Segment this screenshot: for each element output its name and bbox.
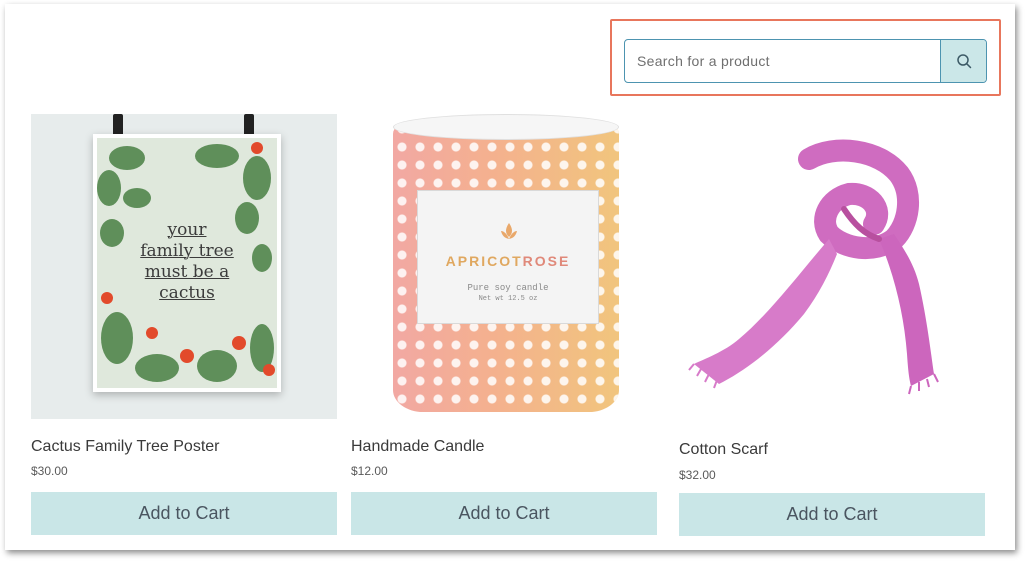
product-image-candle[interactable]: APRICOTROSE Pure soy candle Net wt 12.5 … <box>351 114 657 419</box>
poster-line-4: cactus <box>159 283 215 303</box>
search-input[interactable] <box>625 40 940 82</box>
poster-line-3: must be a <box>144 262 230 282</box>
product-name[interactable]: Handmade Candle <box>351 438 484 456</box>
product-price: $30.00 <box>31 464 68 478</box>
poster-clip-left <box>113 114 123 136</box>
candle-label-subtext: Pure soy candle Net wt 12.5 oz <box>418 283 598 305</box>
poster-print: your family tree must be a cactus <box>93 134 281 392</box>
poster-text: your family tree must be a cactus <box>97 220 277 304</box>
product-name[interactable]: Cotton Scarf <box>679 441 768 459</box>
product-card-scarf[interactable]: Cotton Scarf $32.00 Add to Cart <box>679 114 985 536</box>
candle-brand-text: APRICOTROSE <box>418 253 598 269</box>
product-card-cactus-poster[interactable]: your family tree must be a cactus Cactus… <box>31 114 337 535</box>
candle-brand-part-a: APRICOT <box>445 253 523 269</box>
candle-label: APRICOTROSE Pure soy candle Net wt 12.5 … <box>417 190 599 324</box>
product-price: $32.00 <box>679 468 716 482</box>
product-name[interactable]: Cactus Family Tree Poster <box>31 438 220 456</box>
candle-brand-part-b: ROSE <box>522 253 571 269</box>
scarf-illustration <box>688 139 939 395</box>
poster-clip-right <box>244 114 254 136</box>
poster-line-2: family tree <box>140 241 234 261</box>
candle-label-line-2: Net wt 12.5 oz <box>478 295 538 303</box>
candle-rim <box>393 114 619 140</box>
product-price: $12.00 <box>351 464 388 478</box>
product-card-candle[interactable]: APRICOTROSE Pure soy candle Net wt 12.5 … <box>351 114 657 535</box>
poster-line-1: your <box>167 220 207 240</box>
search-icon <box>956 54 971 69</box>
add-to-cart-button[interactable]: Add to Cart <box>679 493 985 536</box>
flower-emblem-icon <box>501 223 517 239</box>
candle-label-line-1: Pure soy candle <box>467 283 549 293</box>
search-button[interactable] <box>940 40 986 82</box>
product-image-scarf[interactable] <box>679 114 985 419</box>
add-to-cart-button[interactable]: Add to Cart <box>31 492 337 535</box>
search-bar <box>624 39 987 83</box>
add-to-cart-button[interactable]: Add to Cart <box>351 492 657 535</box>
product-image-poster[interactable]: your family tree must be a cactus <box>31 114 337 419</box>
